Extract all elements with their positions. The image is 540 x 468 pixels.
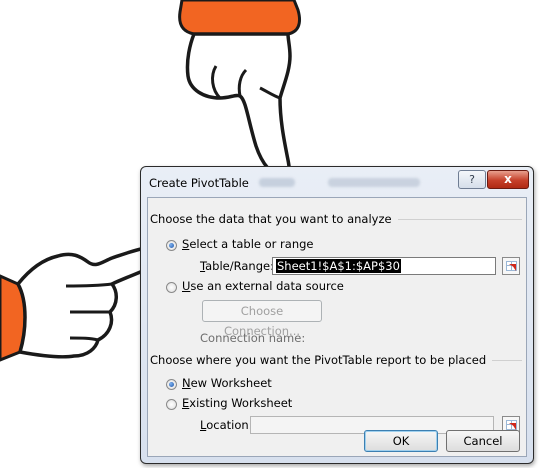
dialog-title: Create PivotTable bbox=[149, 176, 249, 190]
section-divider bbox=[397, 218, 522, 220]
close-button[interactable]: x bbox=[487, 170, 529, 189]
select-table-radio[interactable] bbox=[166, 240, 177, 251]
table-range-value: Sheet1!$A$1:$AP$30 bbox=[276, 259, 401, 273]
table-range-label: Table/Range: bbox=[200, 259, 274, 273]
placement-heading-text: Choose where you want the PivotTable rep… bbox=[150, 353, 487, 367]
select-table-label-rest: elect a table or range bbox=[189, 237, 314, 251]
choose-connection-button[interactable]: Choose Connection... bbox=[202, 300, 322, 338]
placement-section-heading: Choose where you want the PivotTable rep… bbox=[150, 353, 522, 367]
existing-worksheet-label[interactable]: Existing Worksheet bbox=[182, 396, 292, 410]
new-worksheet-radio[interactable] bbox=[166, 379, 177, 390]
select-table-label[interactable]: Select a table or range bbox=[182, 237, 314, 251]
connection-name-label: Connection name: bbox=[200, 331, 306, 345]
range-picker-button[interactable] bbox=[502, 257, 520, 275]
existing-worksheet-radio[interactable] bbox=[166, 399, 177, 410]
new-worksheet-accesskey: N bbox=[182, 376, 191, 390]
table-range-label-rest: able/Range: bbox=[205, 259, 274, 273]
analyze-section-heading: Choose the data that you want to analyze bbox=[150, 212, 522, 226]
blurred-title-region bbox=[259, 178, 295, 187]
location-label: Location: bbox=[200, 418, 253, 432]
existing-worksheet-label-rest: xisting Worksheet bbox=[189, 396, 293, 410]
external-source-label-rest: se an external data source bbox=[190, 279, 344, 293]
new-worksheet-label[interactable]: New Worksheet bbox=[182, 376, 272, 390]
external-source-radio[interactable] bbox=[166, 282, 177, 293]
pointing-hand-down-icon bbox=[178, 0, 302, 180]
location-label-rest: ocation: bbox=[206, 418, 253, 432]
external-source-label[interactable]: Use an external data source bbox=[182, 279, 344, 293]
new-worksheet-label-rest: ew Worksheet bbox=[190, 376, 272, 390]
create-pivottable-dialog: Create PivotTable ? x Choose the data th… bbox=[140, 166, 534, 464]
dialog-titlebar[interactable]: Create PivotTable ? x bbox=[141, 167, 533, 197]
blurred-title-region bbox=[328, 178, 420, 187]
help-button[interactable]: ? bbox=[458, 170, 486, 189]
analyze-heading-text: Choose the data that you want to analyze bbox=[150, 212, 392, 226]
ok-button[interactable]: OK bbox=[364, 430, 438, 452]
cancel-button[interactable]: Cancel bbox=[446, 430, 520, 452]
dialog-body: Choose the data that you want to analyze… bbox=[147, 197, 527, 457]
section-divider bbox=[492, 359, 522, 361]
table-range-input[interactable]: Sheet1!$A$1:$AP$30 bbox=[272, 257, 496, 275]
